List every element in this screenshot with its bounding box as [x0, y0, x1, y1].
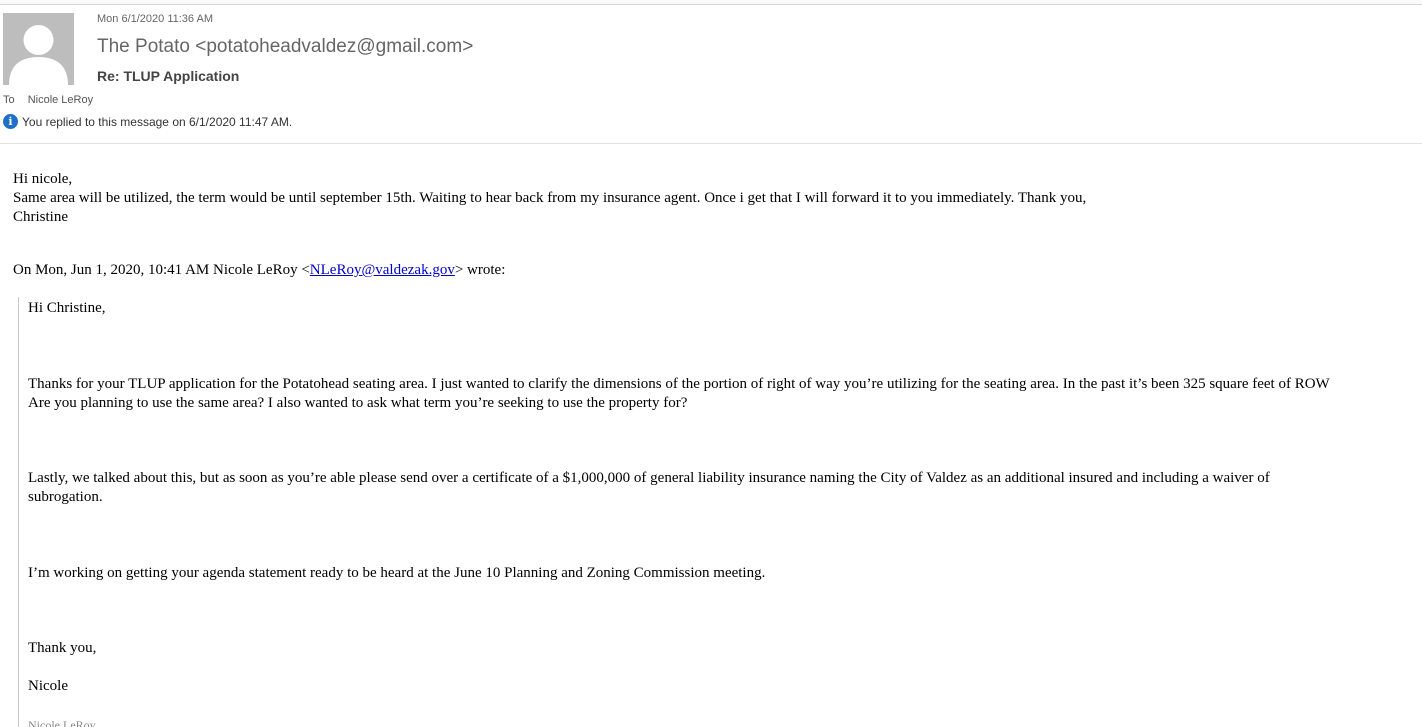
quote-greeting: Hi Christine,: [28, 300, 106, 316]
body-line: Same area will be utilized, the term wou…: [13, 190, 1087, 206]
attribution-prefix: On Mon, Jun 1, 2020, 10:41 AM Nicole LeR…: [13, 262, 310, 278]
message-date: Mon 6/1/2020 11:36 AM: [97, 13, 213, 25]
person-icon: [3, 13, 74, 85]
to-label: To: [3, 94, 15, 106]
sender-name[interactable]: The Potato <potatoheadvaldez@gmail.com>: [97, 36, 473, 58]
quote-bar: [18, 297, 19, 727]
recipient-name[interactable]: Nicole LeRoy: [28, 94, 93, 106]
recipients-row: To Nicole LeRoy: [3, 94, 93, 106]
header-divider: [0, 143, 1422, 144]
quote-paragraph: I’m working on getting your agenda state…: [28, 565, 766, 581]
quote-attribution: On Mon, Jun 1, 2020, 10:41 AM Nicole LeR…: [13, 262, 505, 279]
sender-avatar: [3, 13, 74, 85]
quoted-sender-email-link[interactable]: NLeRoy@valdezak.gov: [310, 262, 455, 278]
reply-info-bar[interactable]: i You replied to this message on 6/1/202…: [3, 114, 292, 129]
quote-signature-block: Nicole LeRoy: [28, 718, 96, 727]
message-body: Hi nicole, Same area will be utilized, t…: [13, 170, 1413, 227]
quote-paragraph-line: Lastly, we talked about this, but as soo…: [28, 470, 1270, 486]
quote-closing: Thank you,: [28, 640, 97, 656]
message-subject: Re: TLUP Application: [97, 68, 240, 84]
quote-paragraph-line: Are you planning to use the same area? I…: [28, 395, 688, 411]
quote-paragraph-line: Thanks for your TLUP application for the…: [28, 376, 1330, 392]
window-top-border: [0, 0, 1422, 5]
quote-signature: Nicole: [28, 678, 68, 694]
quote-paragraph-line: subrogation.: [28, 489, 103, 505]
reply-info-text: You replied to this message on 6/1/2020 …: [22, 114, 293, 129]
info-icon: i: [3, 114, 18, 129]
body-line: Christine: [13, 209, 68, 225]
attribution-suffix: > wrote:: [454, 262, 506, 278]
body-line: Hi nicole,: [13, 171, 73, 187]
